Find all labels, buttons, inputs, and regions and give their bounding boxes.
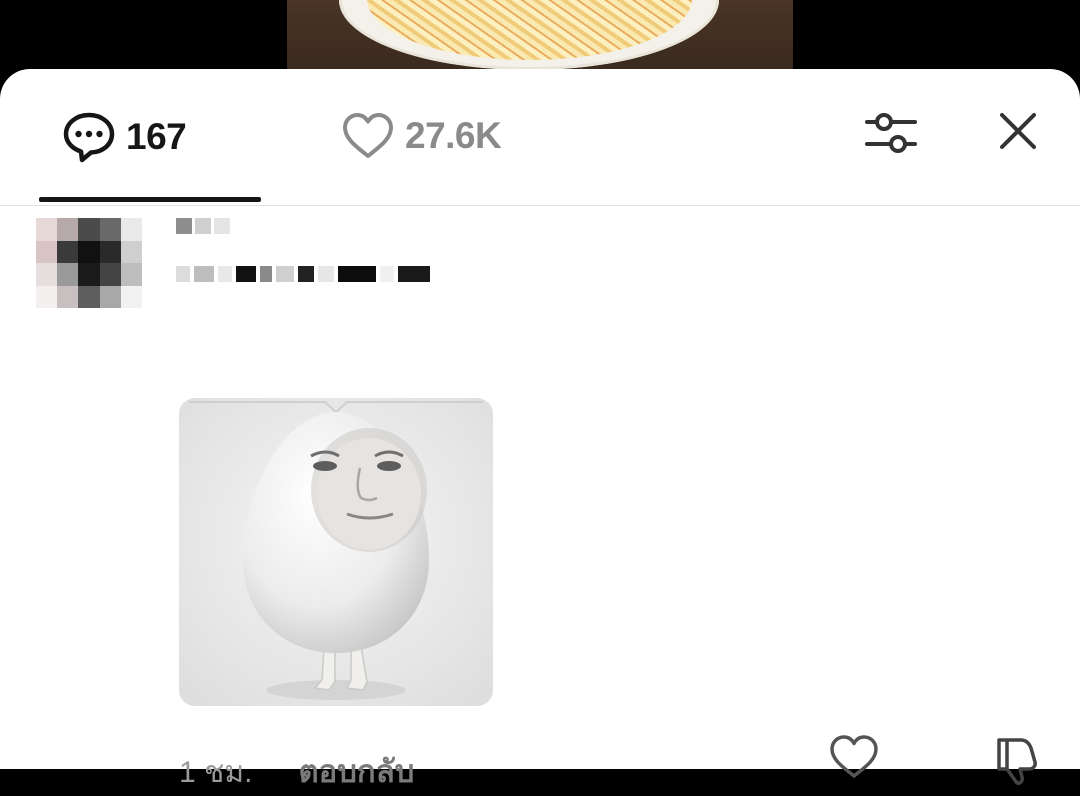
- heart-outline-icon: [830, 735, 878, 778]
- dislike-comment-button[interactable]: [991, 734, 1043, 786]
- thumbs-down-icon: [997, 738, 1037, 785]
- active-tab-indicator: [39, 197, 261, 202]
- comments-count: 167: [126, 116, 187, 157]
- tab-comments[interactable]: 167: [62, 111, 187, 163]
- comment-meta: 1 ชม. ตอบกลับ: [179, 746, 414, 796]
- likes-count: 27.6K: [405, 115, 502, 156]
- heart-outline-icon: [343, 113, 393, 158]
- comment-timestamp: 1 ชม.: [179, 756, 253, 789]
- sliders-icon: [865, 113, 917, 153]
- avatar[interactable]: [36, 218, 142, 308]
- filter-button[interactable]: [864, 109, 918, 157]
- reply-button[interactable]: ตอบกลับ: [299, 746, 415, 796]
- speech-bubble-icon: [63, 112, 115, 163]
- comments-sheet: 167 27.6K 1 ชม. ตอบกลับ: [0, 69, 1080, 789]
- comment-item: 1 ชม. ตอบกลับ: [0, 206, 1080, 789]
- tab-likes[interactable]: 27.6K: [341, 111, 502, 161]
- like-comment-button[interactable]: [829, 734, 879, 780]
- close-icon: [1000, 113, 1036, 149]
- username-redacted[interactable]: [176, 218, 236, 236]
- egg-sticker-image[interactable]: [179, 398, 493, 706]
- close-button[interactable]: [996, 109, 1040, 153]
- comments-header: 167 27.6K: [0, 69, 1080, 206]
- comment-text-redacted: [176, 258, 446, 290]
